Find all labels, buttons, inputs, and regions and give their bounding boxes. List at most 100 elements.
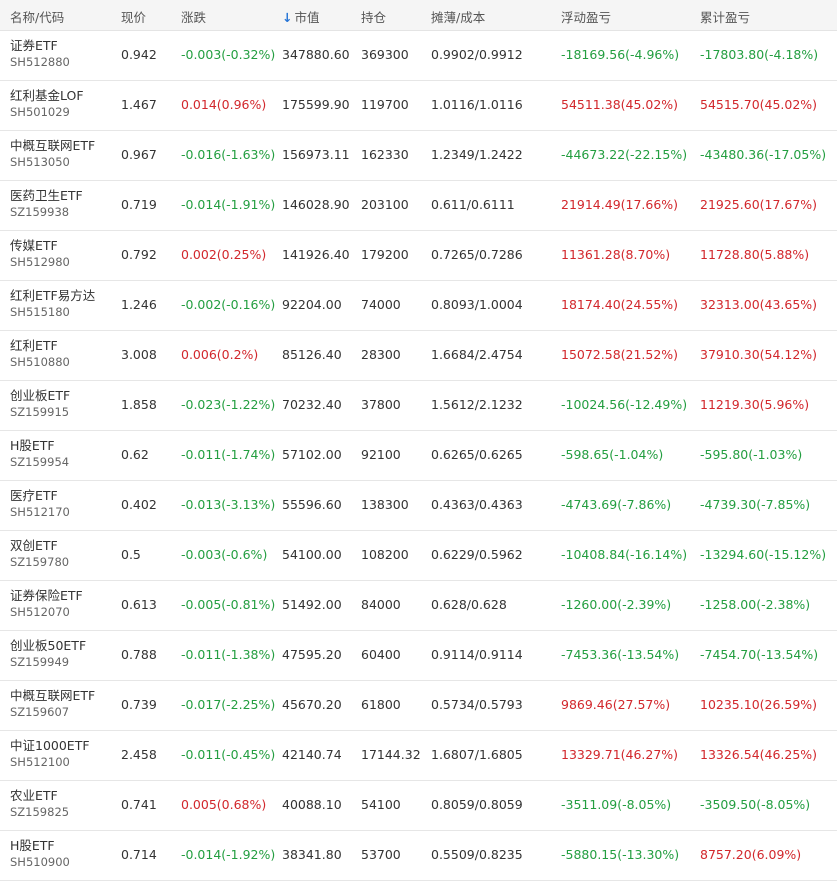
market-value: 54100.00 [282, 547, 342, 562]
name-code-cell: 红利ETF SH510880 [10, 337, 70, 371]
table-row[interactable]: 中概互联网ETF SZ159607 0.739 -0.017(-2.25%) 4… [0, 681, 837, 731]
price-change: -0.003(-0.6%) [181, 547, 268, 562]
fund-name: 红利基金LOF [10, 88, 84, 103]
fund-name: 证券ETF [10, 38, 58, 53]
fund-code: SZ159915 [10, 405, 70, 419]
holding-quantity: 138300 [361, 497, 409, 512]
total-pl: 8757.20(6.09%) [700, 847, 802, 862]
price-change: -0.003(-0.32%) [181, 47, 276, 62]
table-row[interactable]: 创业板50ETF SZ159949 0.788 -0.011(-1.38%) 4… [0, 631, 837, 681]
table-row[interactable]: H股ETF SH510900 0.714 -0.014(-1.92%) 3834… [0, 831, 837, 881]
current-price: 0.967 [121, 147, 157, 162]
current-price: 0.739 [121, 697, 157, 712]
diluted-cost: 0.8059/0.8059 [431, 797, 523, 812]
table-row[interactable]: 医疗ETF SH512170 0.402 -0.013(-3.13%) 5559… [0, 481, 837, 531]
header-change[interactable]: 涨跌 [181, 7, 206, 26]
fund-code: SH515180 [10, 305, 70, 319]
fund-code: SH510880 [10, 355, 70, 369]
header-market-value[interactable]: ↓ 市值 [282, 7, 320, 26]
diluted-cost: 1.0116/1.0116 [431, 97, 523, 112]
floating-pl: -7453.36(-13.54%) [561, 647, 680, 662]
holding-quantity: 84000 [361, 597, 401, 612]
floating-pl: -10024.56(-12.49%) [561, 397, 688, 412]
price-change: 0.006(0.2%) [181, 347, 259, 362]
table-row[interactable]: 双创ETF SZ159780 0.5 -0.003(-0.6%) 54100.0… [0, 531, 837, 581]
table-row[interactable]: 传媒ETF SH512980 0.792 0.002(0.25%) 141926… [0, 231, 837, 281]
fund-name: 证券保险ETF [10, 588, 83, 603]
total-pl: -595.80(-1.03%) [700, 447, 803, 462]
current-price: 0.942 [121, 47, 157, 62]
market-value: 146028.90 [282, 197, 350, 212]
price-change: -0.014(-1.92%) [181, 847, 276, 862]
table-row[interactable]: 农业ETF SZ159825 0.741 0.005(0.68%) 40088.… [0, 781, 837, 831]
total-pl: 11219.30(5.96%) [700, 397, 810, 412]
header-price[interactable]: 现价 [121, 7, 146, 26]
name-code-cell: 创业板ETF SZ159915 [10, 387, 70, 421]
fund-name: 医疗ETF [10, 488, 58, 503]
market-value: 141926.40 [282, 247, 350, 262]
diluted-cost: 0.6265/0.6265 [431, 447, 523, 462]
header-name-code[interactable]: 名称/代码 [10, 7, 64, 26]
fund-code: SH512880 [10, 55, 70, 69]
table-row[interactable]: H股ETF SZ159954 0.62 -0.011(-1.74%) 57102… [0, 431, 837, 481]
price-change: 0.005(0.68%) [181, 797, 267, 812]
market-value: 347880.60 [282, 47, 350, 62]
floating-pl: -5880.15(-13.30%) [561, 847, 680, 862]
fund-name: 创业板50ETF [10, 638, 87, 653]
table-row[interactable]: 中证1000ETF SH512100 2.458 -0.011(-0.45%) … [0, 731, 837, 781]
floating-pl: 18174.40(24.55%) [561, 297, 679, 312]
market-value: 70232.40 [282, 397, 342, 412]
floating-pl: 15072.58(21.52%) [561, 347, 679, 362]
total-pl: 10235.10(26.59%) [700, 697, 818, 712]
total-pl: 21925.60(17.67%) [700, 197, 818, 212]
fund-name: H股ETF [10, 438, 55, 453]
market-value: 175599.90 [282, 97, 350, 112]
name-code-cell: 医药卫生ETF SZ159938 [10, 187, 83, 221]
fund-code: SH513050 [10, 155, 70, 169]
holding-quantity: 54100 [361, 797, 401, 812]
name-code-cell: 红利ETF易方达 SH515180 [10, 287, 95, 321]
holding-quantity: 74000 [361, 297, 401, 312]
table-row[interactable]: 红利ETF易方达 SH515180 1.246 -0.002(-0.16%) 9… [0, 281, 837, 331]
total-pl: 11728.80(5.88%) [700, 247, 810, 262]
diluted-cost: 0.9902/0.9912 [431, 47, 523, 62]
floating-pl: -4743.69(-7.86%) [561, 497, 672, 512]
name-code-cell: 中概互联网ETF SZ159607 [10, 687, 95, 721]
table-row[interactable]: 证券ETF SH512880 0.942 -0.003(-0.32%) 3478… [0, 31, 837, 81]
name-code-cell: 中概互联网ETF SH513050 [10, 137, 95, 171]
header-holding[interactable]: 持仓 [361, 7, 386, 26]
sort-descending-icon: ↓ [282, 10, 293, 25]
header-cost[interactable]: 摊薄/成本 [431, 7, 485, 26]
holding-quantity: 61800 [361, 697, 401, 712]
price-change: -0.005(-0.81%) [181, 597, 276, 612]
diluted-cost: 1.5612/2.1232 [431, 397, 523, 412]
header-float-pl[interactable]: 浮动盈亏 [561, 7, 611, 26]
price-change: -0.011(-0.45%) [181, 747, 276, 762]
table-row[interactable]: 红利ETF SH510880 3.008 0.006(0.2%) 85126.4… [0, 331, 837, 381]
table-row[interactable]: 创业板ETF SZ159915 1.858 -0.023(-1.22%) 702… [0, 381, 837, 431]
fund-code: SH512100 [10, 755, 70, 769]
fund-code: SH510900 [10, 855, 70, 869]
fund-code: SZ159780 [10, 555, 70, 569]
diluted-cost: 1.6807/1.6805 [431, 747, 523, 762]
total-pl: -1258.00(-2.38%) [700, 597, 811, 612]
table-row[interactable]: 医药卫生ETF SZ159938 0.719 -0.014(-1.91%) 14… [0, 181, 837, 231]
holding-quantity: 119700 [361, 97, 409, 112]
table-row[interactable]: 中概互联网ETF SH513050 0.967 -0.016(-1.63%) 1… [0, 131, 837, 181]
current-price: 0.792 [121, 247, 157, 262]
fund-name: 红利ETF易方达 [10, 288, 96, 303]
price-change: -0.023(-1.22%) [181, 397, 276, 412]
price-change: -0.002(-0.16%) [181, 297, 276, 312]
holding-quantity: 37800 [361, 397, 401, 412]
table-row[interactable]: 证券保险ETF SH512070 0.613 -0.005(-0.81%) 51… [0, 581, 837, 631]
holding-quantity: 53700 [361, 847, 401, 862]
holding-quantity: 28300 [361, 347, 401, 362]
table-row[interactable]: 红利基金LOF SH501029 1.467 0.014(0.96%) 1755… [0, 81, 837, 131]
name-code-cell: 证券保险ETF SH512070 [10, 587, 83, 621]
name-code-cell: 传媒ETF SH512980 [10, 237, 70, 271]
current-price: 0.788 [121, 647, 157, 662]
total-pl: -3509.50(-8.05%) [700, 797, 811, 812]
header-total-pl[interactable]: 累计盈亏 [700, 7, 750, 26]
holdings-table: 名称/代码 现价 涨跌 ↓ 市值 持仓 摊薄/成本 浮动盈亏 累计盈亏 证券ETF… [0, 0, 837, 881]
total-pl: -7454.70(-13.54%) [700, 647, 819, 662]
